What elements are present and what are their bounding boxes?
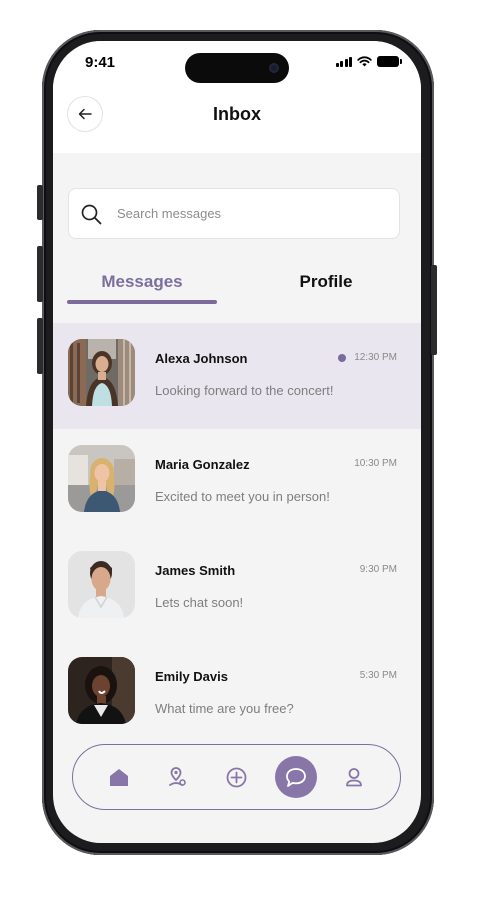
- tab-messages[interactable]: Messages: [67, 272, 217, 292]
- header: 9:41 Inbox: [53, 41, 421, 153]
- add-circle-icon: [226, 767, 246, 787]
- message-time: 9:30 PM: [359, 564, 397, 575]
- camera-icon: [269, 63, 279, 73]
- page-title: Inbox: [213, 104, 261, 124]
- nav-home[interactable]: [97, 755, 141, 799]
- message-preview: Looking forward to the concert!: [155, 383, 334, 398]
- contact-name: Emily Davis: [155, 669, 228, 684]
- message-row-james-smith[interactable]: James Smith 9:30 PM Lets chat soon!: [53, 535, 421, 641]
- active-tab-indicator: [67, 300, 217, 304]
- avatar: [68, 445, 135, 512]
- map-pin-icon: [169, 767, 186, 786]
- status-icons: [335, 56, 402, 67]
- message-time: 10:30 PM: [354, 458, 397, 469]
- search-bar[interactable]: [68, 188, 400, 239]
- tab-profile[interactable]: Profile: [251, 272, 401, 292]
- volume-down-button: [37, 318, 43, 374]
- nav-add[interactable]: [214, 755, 258, 799]
- user-icon: [346, 768, 362, 787]
- message-preview: What time are you free?: [155, 701, 294, 716]
- avatar: [68, 551, 135, 618]
- avatar: [68, 657, 135, 724]
- search-icon: [81, 204, 102, 225]
- message-time: 5:30 PM: [359, 670, 397, 681]
- mute-switch: [37, 185, 43, 220]
- contact-name: Alexa Johnson: [155, 351, 248, 366]
- nav-messages[interactable]: [275, 756, 317, 798]
- unread-indicator: [338, 354, 346, 362]
- search-input[interactable]: [117, 189, 387, 238]
- screen: 9:41 Inbox Messages: [53, 41, 421, 843]
- status-time: 9:41: [85, 54, 116, 71]
- nav-location[interactable]: [155, 755, 199, 799]
- contact-name: Maria Gonzalez: [155, 457, 250, 472]
- message-row-maria-gonzalez[interactable]: Maria Gonzalez 10:30 PM Excited to meet …: [53, 429, 421, 535]
- message-row-alexa-johnson[interactable]: Alexa Johnson 12:30 PM Looking forward t…: [53, 323, 421, 429]
- cellular-signal-icon: [335, 56, 352, 67]
- message-time: 12:30 PM: [354, 352, 397, 363]
- avatar: [68, 339, 135, 406]
- wifi-icon: [357, 56, 372, 67]
- power-button: [431, 265, 437, 355]
- bottom-navigation: [72, 744, 401, 810]
- nav-profile[interactable]: [332, 755, 376, 799]
- message-preview: Lets chat soon!: [155, 595, 244, 610]
- chat-bubble-icon: [286, 767, 306, 787]
- contact-name: James Smith: [155, 563, 236, 578]
- message-preview: Excited to meet you in person!: [155, 489, 330, 504]
- dynamic-island: [185, 53, 289, 83]
- volume-up-button: [37, 246, 43, 302]
- home-icon: [110, 768, 128, 786]
- message-row-emily-davis[interactable]: Emily Davis 5:30 PM What time are you fr…: [53, 641, 421, 747]
- battery-icon: [377, 56, 402, 67]
